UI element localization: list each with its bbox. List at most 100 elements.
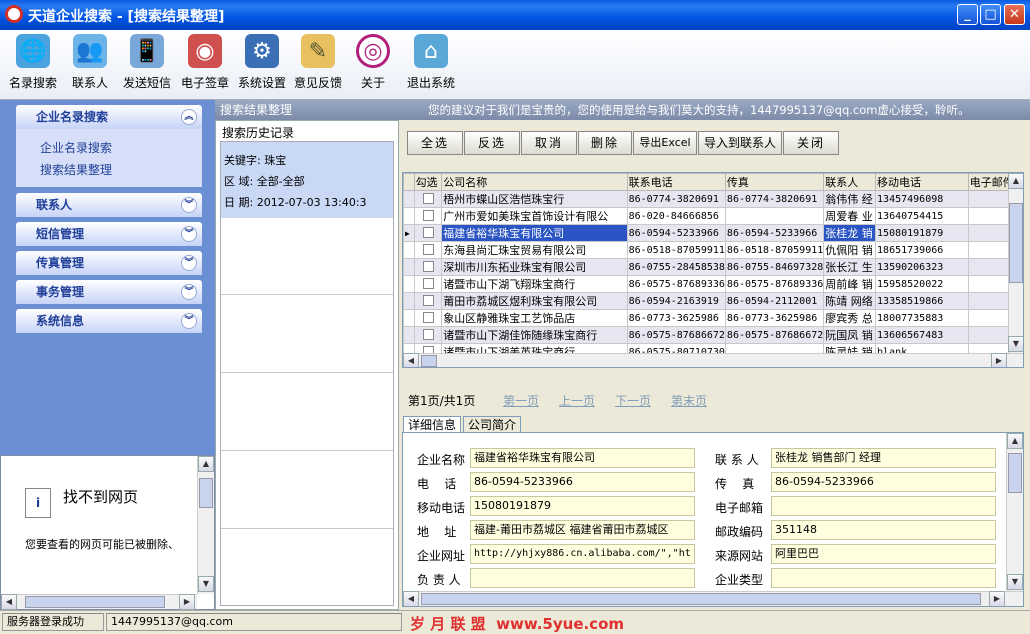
sidebar-group-contacts[interactable]: 联系人 ︾	[16, 193, 202, 217]
scroll-left-icon[interactable]: ◀	[403, 353, 419, 367]
scroll-up-icon[interactable]: ▲	[1007, 433, 1023, 449]
cell-phone[interactable]: 86-0594-2163919	[626, 292, 726, 310]
table-row[interactable]: 梧州市蝶山区浩恺珠宝行 86-0774-3820691 86-0774-382069…	[403, 190, 1023, 208]
minimize-button[interactable]: _	[957, 4, 978, 25]
toolbar-settings-button[interactable]: ⚙ 系统设置	[236, 34, 288, 91]
table-hscroll[interactable]: ◀ ▶	[403, 353, 1023, 367]
mobile-field[interactable]: 15080191879	[470, 496, 695, 516]
cell-company[interactable]: 诸暨市山下湖佳饰随缘珠宝商行	[441, 326, 628, 344]
invert-selection-button[interactable]: 反选	[464, 131, 520, 155]
chevron-down-icon[interactable]: ︾	[181, 313, 197, 329]
cell-phone[interactable]: 86-0518-87059911	[626, 241, 726, 259]
detail-vscroll[interactable]: ▲ ▼	[1006, 433, 1023, 591]
chevron-down-icon[interactable]: ︾	[181, 284, 197, 300]
cell-phone[interactable]: 86-0575-87686672	[626, 326, 726, 344]
history-entry[interactable]: 关键字: 珠宝 区 域: 全部-全部 日 期: 2012-07-03 13:40…	[221, 142, 393, 218]
cell-phone[interactable]: 86-0774-3820691	[626, 190, 726, 208]
next-page-link[interactable]: 下一页	[615, 392, 651, 409]
select-all-button[interactable]: 全选	[407, 131, 463, 155]
row-checkbox[interactable]	[422, 261, 434, 273]
column-header-fax[interactable]: 传真	[724, 173, 825, 191]
cell-phone[interactable]: 86-0773-3625986	[626, 309, 726, 327]
cell-mobile[interactable]: 13606567483	[875, 326, 969, 344]
cell-contact[interactable]: 张桂龙 销	[823, 224, 877, 242]
row-checkbox[interactable]	[422, 244, 434, 256]
cell-fax[interactable]: 86-0575-87689336	[724, 275, 825, 293]
cell-contact[interactable]: 翁伟伟 经	[823, 190, 877, 208]
row-checkbox[interactable]	[422, 329, 434, 341]
row-checkbox[interactable]	[422, 210, 434, 222]
table-row[interactable]: 东海县尚汇珠宝贸易有限公司 86-0518-87059911 86-0518-870…	[403, 241, 1023, 259]
cell-company[interactable]: 梧州市蝶山区浩恺珠宝行	[441, 190, 628, 208]
table-row[interactable]: 象山区静雅珠宝工艺饰品店 86-0773-3625986 86-0773-36259…	[403, 309, 1023, 327]
tab-company-profile[interactable]: 公司简介	[463, 416, 522, 433]
table-row[interactable]: 诸暨市山下湖飞翔珠宝商行 86-0575-87689336 86-0575-8768…	[403, 275, 1023, 293]
cell-fax[interactable]: 86-0594-2112001	[724, 292, 825, 310]
table-row[interactable]: ▶ 福建省裕华珠宝有限公司 86-0594-5233966 86-0594-52339…	[403, 224, 1023, 242]
scroll-thumb[interactable]	[1009, 203, 1023, 283]
scroll-left-icon[interactable]: ◀	[403, 591, 419, 606]
toolbar-exit-button[interactable]: ⌂ 退出系统	[405, 34, 457, 91]
cell-mobile[interactable]: 13640754415	[875, 207, 969, 225]
cell-company[interactable]: 深圳市川东拓业珠宝有限公司	[441, 258, 628, 276]
cell-fax[interactable]	[724, 207, 825, 225]
cell-company[interactable]: 福建省裕华珠宝有限公司	[441, 224, 628, 242]
cell-contact[interactable]: 阮国凤 销	[823, 326, 877, 344]
scroll-down-icon[interactable]: ▼	[198, 576, 214, 592]
cell-mobile[interactable]: 18007735883	[875, 309, 969, 327]
cancel-selection-button[interactable]: 取消	[521, 131, 577, 155]
scroll-up-icon[interactable]: ▲	[198, 456, 214, 472]
cell-mobile[interactable]: 15958520022	[875, 275, 969, 293]
cell-mobile[interactable]: 13590206323	[875, 258, 969, 276]
export-excel-button[interactable]: 导出Excel	[633, 131, 697, 155]
cell-mobile[interactable]: 13457496098	[875, 190, 969, 208]
toolbar-sms-button[interactable]: 📱 发送短信	[121, 34, 173, 91]
sidebar-group-directory-search[interactable]: 企业名录搜索 ︽	[16, 105, 202, 129]
website-field[interactable]: http://yhjxy886.cn.alibaba.com/","ht	[470, 544, 695, 564]
table-row[interactable]: 诸暨市山下湖佳饰随缘珠宝商行 86-0575-87686672 86-0575-87…	[403, 326, 1023, 344]
cell-company[interactable]: 象山区静雅珠宝工艺饰品店	[441, 309, 628, 327]
tab-detail-info[interactable]: 详细信息	[403, 416, 462, 433]
column-header-company[interactable]: 公司名称	[441, 173, 628, 191]
cell-contact[interactable]: 陈靖 网络	[823, 292, 877, 310]
prev-page-link[interactable]: 上一页	[559, 392, 595, 409]
cell-phone[interactable]: 86-0755-28458538	[626, 258, 726, 276]
detail-hscroll[interactable]: ◀ ▶	[403, 591, 1023, 606]
row-checkbox[interactable]	[422, 295, 434, 307]
chevron-up-icon[interactable]: ︽	[181, 109, 197, 125]
row-checkbox[interactable]	[422, 312, 434, 324]
sidebar-group-system-info[interactable]: 系统信息 ︾	[16, 309, 202, 333]
first-page-link[interactable]: 第一页	[503, 392, 539, 409]
cell-company[interactable]: 诸暨市山下湖飞翔珠宝商行	[441, 275, 628, 293]
cell-contact[interactable]: 廖宾秀 总	[823, 309, 877, 327]
sidebar-link-directory-search[interactable]: 企业名录搜索	[40, 139, 112, 156]
phone-field[interactable]: 86-0594-5233966	[470, 472, 695, 492]
row-checkbox[interactable]	[422, 278, 434, 290]
address-field[interactable]: 福建-莆田市荔城区 福建省莆田市荔城区	[470, 520, 695, 540]
type-field[interactable]	[771, 568, 996, 588]
scroll-thumb[interactable]	[1008, 453, 1022, 493]
scroll-thumb[interactable]	[199, 478, 213, 508]
close-results-button[interactable]: 关闭	[783, 131, 839, 155]
cell-contact[interactable]: 周前峰 销	[823, 275, 877, 293]
row-checkbox[interactable]	[422, 193, 434, 205]
scroll-thumb[interactable]	[421, 593, 981, 605]
sidebar-link-result-organize[interactable]: 搜索结果整理	[40, 161, 112, 178]
column-header-contact[interactable]: 联系人	[823, 173, 877, 191]
table-row[interactable]: 莆田市荔城区煜利珠宝有限公司 86-0594-2163919 86-0594-211…	[403, 292, 1023, 310]
cell-contact[interactable]: 周爱春 业	[823, 207, 877, 225]
scroll-right-icon[interactable]: ▶	[991, 353, 1007, 367]
scroll-thumb[interactable]	[421, 355, 437, 367]
close-window-button[interactable]: ✕	[1004, 4, 1025, 25]
chevron-down-icon[interactable]: ︾	[181, 197, 197, 213]
cell-phone[interactable]: 86-0594-5233966	[626, 224, 726, 242]
email-field[interactable]	[771, 496, 996, 516]
scroll-left-icon[interactable]: ◀	[1, 594, 17, 610]
cell-fax[interactable]: 86-0773-3625986	[724, 309, 825, 327]
last-page-link[interactable]: 第末页	[671, 392, 707, 409]
cell-mobile[interactable]: 15080191879	[875, 224, 969, 242]
cell-company[interactable]: 东海县尚汇珠宝贸易有限公司	[441, 241, 628, 259]
toolbar-search-button[interactable]: 🌐 名录搜索	[8, 34, 58, 91]
column-header-mobile[interactable]: 移动电话	[875, 173, 969, 191]
fax-field[interactable]: 86-0594-5233966	[771, 472, 996, 492]
